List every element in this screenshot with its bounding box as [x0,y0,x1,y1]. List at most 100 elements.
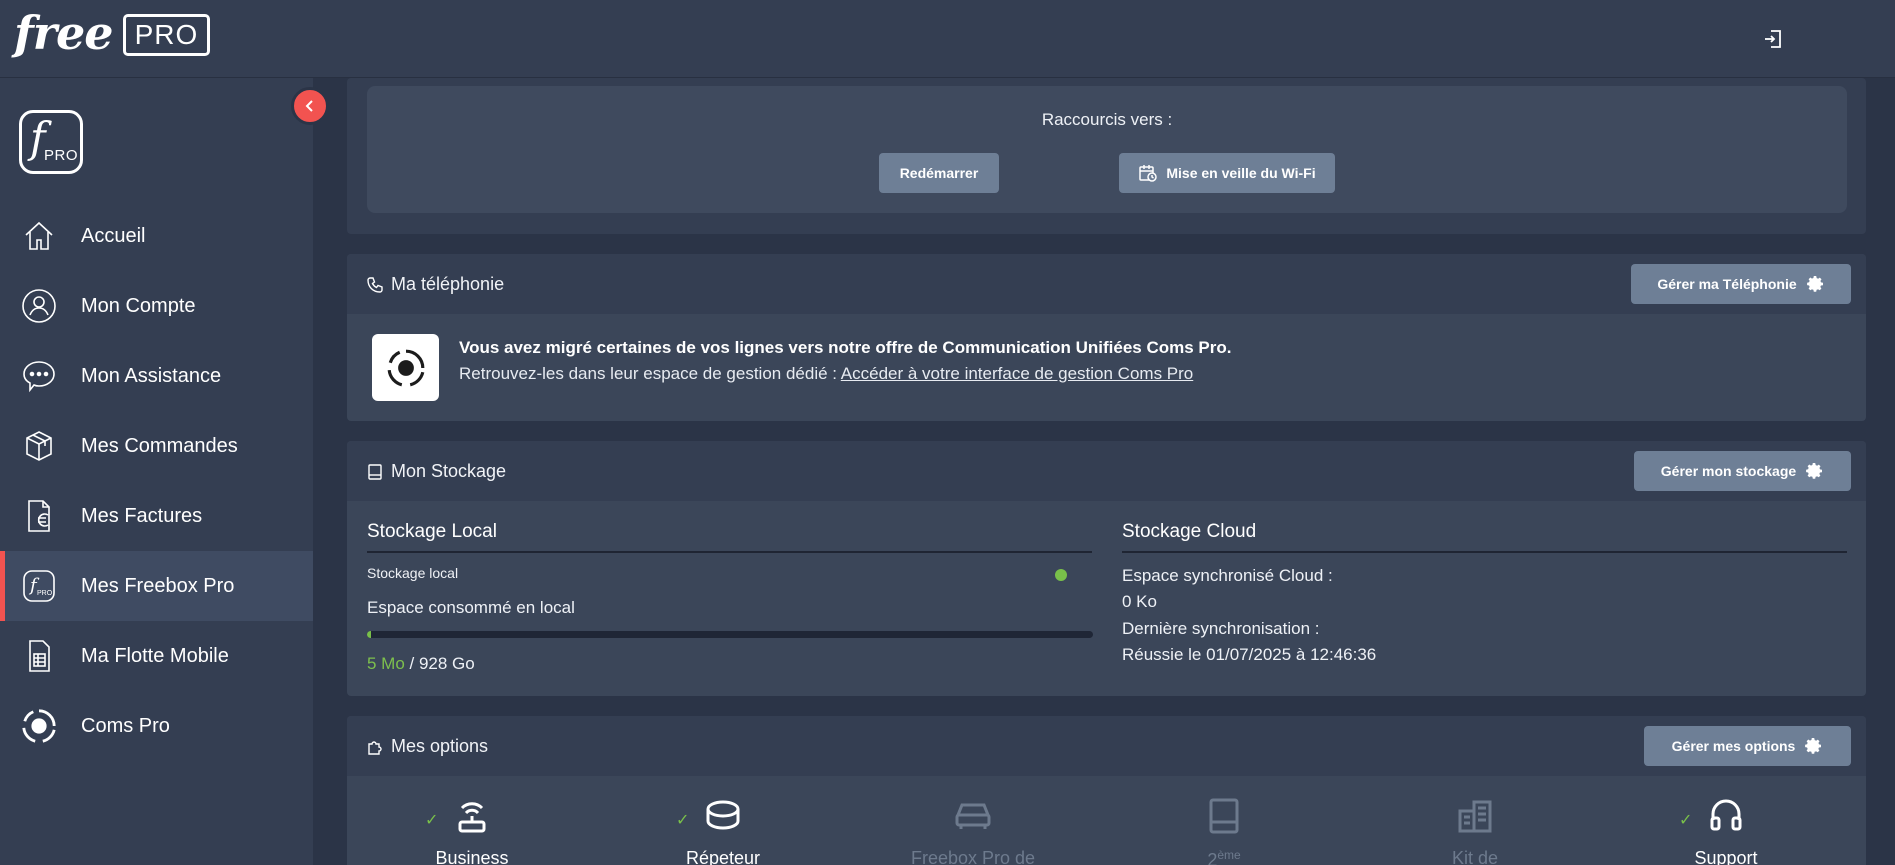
local-used-value: 5 Mo [367,654,405,673]
sim-card-icon [20,637,58,675]
options-card: Mes options Gérer mes options ✓ Business… [347,716,1866,865]
shortcuts-panel: Raccourcis vers : Redémarrer Mise en vei… [367,86,1847,213]
sidebar-item-label: Mes Factures [81,504,203,527]
manage-telephony-label: Gérer ma Téléphonie [1657,276,1797,292]
sidebar-collapse-button[interactable] [291,87,329,125]
cloud-last-sync-value: Réussie le 01/07/2025 à 12:46:36 [1122,645,1377,664]
coms-pro-interface-link[interactable]: Accéder à votre interface de gestion Com… [841,364,1193,383]
local-storage-title: Stockage Local [367,521,1092,553]
free-pro-logo[interactable]: free PRO [14,6,211,60]
check-icon: ✓ [676,812,690,829]
wifi-sleep-button[interactable]: Mise en veille du Wi-Fi [1119,153,1335,193]
telephony-title-text: Ma téléphonie [391,274,505,294]
option-repeteur[interactable]: ✓ Répeteur [628,796,818,865]
restart-button[interactable]: Redémarrer [879,153,999,193]
option-label: Business [435,848,509,865]
sidebar-item-label: Coms Pro [81,714,170,737]
local-total-value: / 928 Go [404,654,475,673]
manage-options-label: Gérer mes options [1671,738,1796,754]
coms-pro-logo [372,334,439,401]
options-title: Mes options [367,736,488,757]
options-title-text: Mes options [391,736,489,756]
option-label: 2ème [1129,848,1319,865]
chevron-left-icon [305,100,313,112]
option-label-sup: ème [1217,848,1241,862]
coms-pro-icon [387,349,424,386]
logo-text: free [14,6,114,60]
sidebar-item-label: Accueil [81,224,146,247]
status-dot [1055,569,1067,581]
telephony-header: Ma téléphonie Gérer ma Téléphonie [347,254,1866,314]
puzzle-icon [368,740,382,755]
sidebar: f PRO Accueil Mon Compte Mon Assistance … [0,78,313,865]
local-storage-progress [367,631,1093,638]
sidebar-item-coms-pro[interactable]: Coms Pro [0,691,313,761]
hard-drive-icon [368,463,382,480]
option-label: Support [1694,848,1758,865]
invoice-euro-icon [20,497,58,535]
sidebar-item-label: Mes Commandes [81,434,238,457]
freebox-device-icon [953,796,993,836]
tv-box-icon [1204,796,1244,836]
freebox-pro-icon: f PRO [20,567,58,605]
home-icon [20,217,58,255]
local-storage-progress-fill [367,631,371,638]
cloud-sync-value: 0 Ko [1122,592,1157,611]
gear-icon [1806,276,1823,292]
storage-card: Mon Stockage Gérer mon stockage Stockage… [347,441,1866,696]
sidebar-item-mes-factures[interactable]: Mes Factures [0,481,313,551]
headset-icon [1706,796,1746,836]
wifi-sleep-label: Mise en veille du Wi-Fi [1166,165,1316,181]
local-storage-sub: Stockage local [367,565,459,581]
option-label: Freebox Pro de [910,848,1036,865]
telephony-management-prefix: Retrouvez-les dans leur espace de gestio… [459,364,841,383]
svg-text:PRO: PRO [37,590,53,597]
local-storage-usage: 5 Mo / 928 Go [367,654,475,674]
sidebar-item-label: Ma Flotte Mobile [81,644,229,667]
sidebar-item-mes-freebox-pro[interactable]: f PRO Mes Freebox Pro [0,551,313,621]
sidebar-item-label: Mes Freebox Pro [81,574,235,597]
option-kit-de[interactable]: Kit de [1380,796,1570,865]
building-icon [1455,796,1495,836]
package-icon [20,427,58,465]
options-header: Mes options Gérer mes options [347,716,1866,776]
sidebar-item-mon-compte[interactable]: Mon Compte [0,271,313,341]
sidebar-item-mon-assistance[interactable]: Mon Assistance [0,341,313,411]
manage-telephony-button[interactable]: Gérer ma Téléphonie [1631,264,1851,304]
telephony-migration-message: Vous avez migré certaines de vos lignes … [459,338,1232,357]
option-label-text: 2 [1207,850,1218,865]
shortcuts-title: Raccourcis vers : [1041,110,1173,129]
option-label: Kit de [1451,848,1499,865]
top-bar: free PRO [0,0,1895,78]
storage-title-text: Mon Stockage [391,461,507,481]
sidebar-item-ma-flotte-mobile[interactable]: Ma Flotte Mobile [0,621,313,691]
option-second-box[interactable]: 2ème [1129,796,1319,865]
sidebar-logo-sub: PRO [44,147,79,164]
gear-icon [1805,738,1822,754]
storage-title: Mon Stockage [367,461,506,482]
option-business[interactable]: ✓ Business [377,796,567,865]
gear-icon [1806,463,1823,479]
cloud-last-sync-label: Dernière synchronisation : [1122,619,1320,638]
restart-label: Redémarrer [899,165,979,181]
manage-storage-button[interactable]: Gérer mon stockage [1634,451,1851,491]
user-icon [20,287,58,325]
telephony-card: Ma téléphonie Gérer ma Téléphonie Vous a… [347,254,1866,421]
manage-options-button[interactable]: Gérer mes options [1644,726,1851,766]
calendar-clock-icon [1139,165,1158,182]
logo-badge: PRO [122,14,211,56]
option-freebox-pro-de[interactable]: Freebox Pro de [878,796,1068,865]
sidebar-item-accueil[interactable]: Accueil [0,201,313,271]
sidebar-item-mes-commandes[interactable]: Mes Commandes [0,411,313,481]
check-icon: ✓ [425,812,439,829]
logout-icon[interactable] [1762,28,1784,50]
coms-pro-icon [20,707,58,745]
repeater-icon [703,796,743,836]
sidebar-item-label: Mon Compte [81,294,196,317]
local-consumed-label: Espace consommé en local [367,598,575,617]
router-icon [452,796,492,836]
shortcuts-card: Raccourcis vers : Redémarrer Mise en vei… [347,78,1866,234]
option-support[interactable]: ✓ Support [1631,796,1821,865]
telephony-management-text: Retrouvez-les dans leur espace de gestio… [459,364,1193,384]
phone-icon [367,276,383,293]
